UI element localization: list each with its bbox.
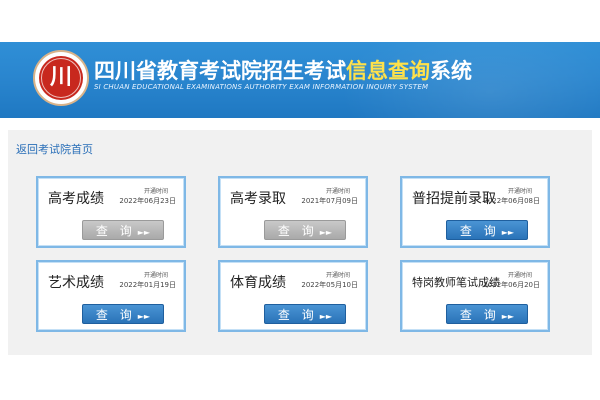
open-time-label: 开通时间 bbox=[507, 188, 532, 195]
open-time-label: 开通时间 bbox=[325, 272, 350, 279]
double-arrow-icon: ►► bbox=[319, 312, 333, 321]
card-title: 体育成绩 bbox=[230, 275, 286, 291]
card-title: 高考成绩 bbox=[48, 191, 104, 207]
query-button-label: 查 询 bbox=[277, 224, 318, 238]
query-card: 艺术成绩 开通时间 2022年01月19日查 询 ►► bbox=[36, 260, 186, 332]
double-arrow-icon: ►► bbox=[501, 312, 515, 321]
card-title: 艺术成绩 bbox=[48, 275, 104, 291]
query-button-label: 查 询 bbox=[277, 308, 318, 322]
query-button[interactable]: 查 询 ►► bbox=[446, 304, 528, 324]
query-button[interactable]: 查 询 ►► bbox=[82, 304, 164, 324]
main-content bbox=[0, 118, 600, 400]
query-card: 普招提前录取 开通时间 2022年06月08日查 询 ►► bbox=[400, 176, 550, 248]
open-date: 2021年07月09日 bbox=[301, 197, 358, 205]
query-card: 体育成绩 开通时间 2022年05月10日查 询 ►► bbox=[218, 260, 368, 332]
page-subtitle: SI CHUAN EDUCATIONAL EXAMINATIONS AUTHOR… bbox=[94, 83, 429, 91]
query-button-label: 查 询 bbox=[95, 224, 136, 238]
query-button-label: 查 询 bbox=[459, 308, 500, 322]
query-card: 高考录取 开通时间 2021年07月09日查 询 ►► bbox=[218, 176, 368, 248]
query-button-label: 查 询 bbox=[459, 224, 500, 238]
title-tail: 系统 bbox=[430, 59, 472, 83]
query-card: 高考成绩 开通时间 2022年06月23日查 询 ►► bbox=[36, 176, 186, 248]
card-title: 高考录取 bbox=[230, 191, 286, 207]
query-button[interactable]: 查 询 ►► bbox=[82, 220, 164, 240]
top-whitespace bbox=[0, 0, 600, 42]
title-highlight: 信息查询 bbox=[346, 59, 430, 83]
open-date: 2022年06月23日 bbox=[119, 197, 176, 205]
open-time-label: 开通时间 bbox=[507, 272, 532, 279]
double-arrow-icon: ►► bbox=[137, 228, 151, 237]
open-date: 2022年05月10日 bbox=[301, 281, 358, 289]
double-arrow-icon: ►► bbox=[319, 228, 333, 237]
back-home-link[interactable]: 返回考试院首页 bbox=[16, 141, 93, 157]
query-card: 特岗教师笔试成绩 开通时间 2022年06月20日查 询 ►► bbox=[400, 260, 550, 332]
logo-seal: 川 bbox=[39, 56, 83, 100]
open-date: 2022年01月19日 bbox=[119, 281, 176, 289]
open-date: 2022年06月20日 bbox=[483, 281, 540, 289]
query-button[interactable]: 查 询 ►► bbox=[446, 220, 528, 240]
logo-glyph: 川 bbox=[49, 64, 72, 90]
query-button-label: 查 询 bbox=[95, 308, 136, 322]
title-main: 四川省教育考试院招生考试 bbox=[94, 59, 346, 83]
open-time-label: 开通时间 bbox=[143, 188, 168, 195]
double-arrow-icon: ►► bbox=[137, 312, 151, 321]
open-date: 2022年06月08日 bbox=[483, 197, 540, 205]
authority-logo-icon: 川 bbox=[33, 50, 89, 106]
page-title: 四川省教育考试院招生考试信息查询系统 bbox=[94, 55, 472, 83]
query-button[interactable]: 查 询 ►► bbox=[264, 220, 346, 240]
query-button[interactable]: 查 询 ►► bbox=[264, 304, 346, 324]
double-arrow-icon: ►► bbox=[501, 228, 515, 237]
open-time-label: 开通时间 bbox=[325, 188, 350, 195]
open-time-label: 开通时间 bbox=[143, 272, 168, 279]
